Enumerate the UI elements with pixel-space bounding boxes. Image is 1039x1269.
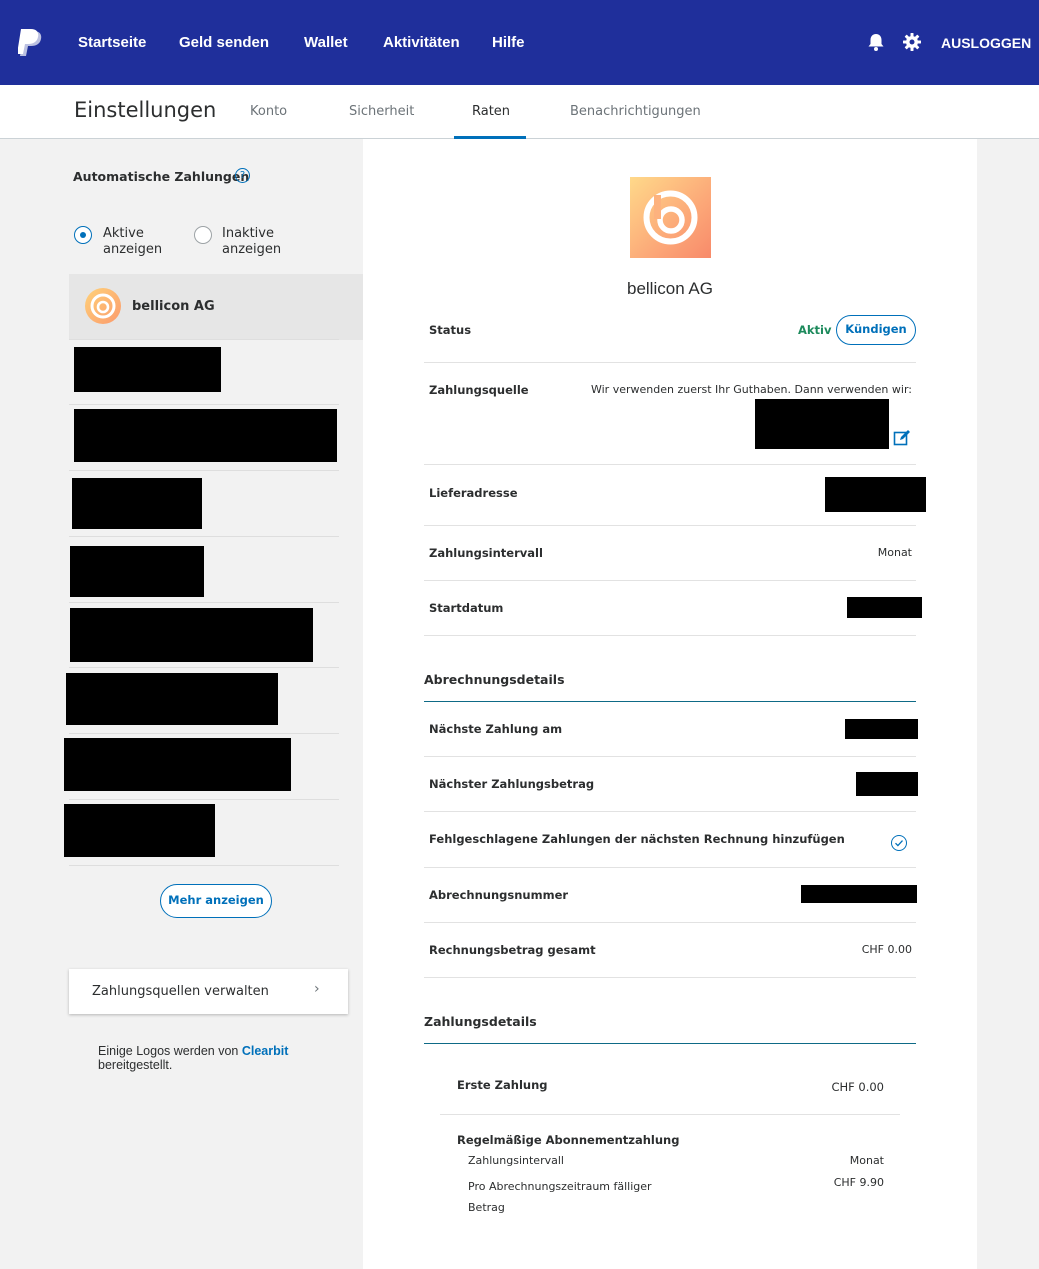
help-icon[interactable]: ? <box>235 168 250 183</box>
gear-icon[interactable] <box>902 32 922 52</box>
per-period-amount-value: CHF 9.90 <box>833 1176 884 1189</box>
payment-interval-label: Zahlungsintervall <box>429 546 543 560</box>
merchant-item-selected[interactable]: bellicon AG <box>69 274 363 340</box>
nav-wallet[interactable]: Wallet <box>304 34 348 51</box>
payment-interval-value: Monat <box>877 546 912 559</box>
nav-startseite[interactable]: Startseite <box>78 34 146 51</box>
divider <box>424 977 916 978</box>
cancel-subscription-button[interactable]: Kündigen <box>836 315 916 345</box>
list-divider <box>69 404 339 405</box>
bell-icon[interactable] <box>866 32 886 52</box>
show-more-button[interactable]: Mehr anzeigen <box>160 884 272 918</box>
redacted-merchant-item[interactable] <box>74 409 337 462</box>
nav-aktivitaeten[interactable]: Aktivitäten <box>383 34 460 51</box>
redacted-merchant-item[interactable] <box>66 673 278 725</box>
logout-button[interactable]: AUSLOGGEN <box>941 35 1031 51</box>
clearbit-link[interactable]: Clearbit <box>242 1044 289 1058</box>
list-divider <box>69 602 339 603</box>
next-payment-date-label: Nächste Zahlung am <box>429 722 563 736</box>
merchant-title: bellicon AG <box>627 279 713 298</box>
filter-active-radio[interactable] <box>74 226 92 244</box>
section-title: Automatische Zahlungen <box>73 169 250 184</box>
manage-payment-sources-button[interactable]: Zahlungsquellen verwalten › <box>69 969 348 1014</box>
redacted-merchant-item[interactable] <box>74 347 221 392</box>
billing-number-label: Abrechnungsnummer <box>429 888 569 902</box>
list-divider <box>69 865 339 866</box>
redacted-start-date <box>847 597 922 618</box>
filter-inactive-radio[interactable] <box>194 226 212 244</box>
per-period-amount-label: Pro Abrechnungszeitraum fälliger Betrag <box>468 1180 652 1214</box>
list-divider <box>69 799 339 800</box>
payment-source-label: Zahlungsquelle <box>429 383 529 397</box>
redacted-payment-source <box>755 399 889 449</box>
status-label: Status <box>429 323 472 337</box>
redacted-merchant-item[interactable] <box>72 478 202 529</box>
list-divider <box>69 536 339 537</box>
next-payment-amount-label: Nächster Zahlungsbetrag <box>429 777 595 791</box>
redacted-merchant-item[interactable] <box>64 804 215 857</box>
tab-benachrichtigungen[interactable]: Benachrichtigungen <box>570 104 701 119</box>
tab-konto[interactable]: Konto <box>250 104 287 119</box>
logo-attribution: Einige Logos werden von Clearbit bereitg… <box>98 1044 318 1072</box>
footnote-suffix: bereitgestellt. <box>98 1058 173 1072</box>
merchant-name: bellicon AG <box>132 299 215 314</box>
footnote-text: Einige Logos werden von <box>98 1044 239 1058</box>
chevron-right-icon: › <box>314 981 320 997</box>
filter-inactive-label[interactable]: Inaktive anzeigen <box>222 226 292 258</box>
tab-sicherheit[interactable]: Sicherheit <box>349 104 414 119</box>
redacted-merchant-item[interactable] <box>64 738 291 791</box>
start-date-label: Startdatum <box>429 601 504 615</box>
filter-active-label[interactable]: Aktive anzeigen <box>103 226 173 258</box>
redacted-billing-number <box>801 885 917 903</box>
list-divider <box>69 339 339 340</box>
section-divider <box>424 701 916 702</box>
divider <box>424 362 916 363</box>
divider <box>424 635 916 636</box>
top-navigation: Startseite Geld senden Wallet Aktivitäte… <box>0 0 1039 85</box>
nav-hilfe[interactable]: Hilfe <box>492 34 525 51</box>
recurring-interval-value: Monat <box>849 1154 884 1167</box>
shipping-address-label: Lieferadresse <box>429 486 518 500</box>
failed-payments-label: Fehlgeschlagene Zahlungen der nächsten R… <box>429 832 845 846</box>
payment-source-text: Wir verwenden zuerst Ihr Guthaben. Dann … <box>590 383 912 396</box>
divider <box>424 922 916 923</box>
automatic-payments-list-panel: Automatische Zahlungen ? Aktive anzeigen… <box>0 139 381 1269</box>
check-circle-icon <box>891 835 907 851</box>
redacted-next-payment-amount <box>856 772 918 796</box>
tab-raten[interactable]: Raten <box>472 104 510 119</box>
page-title: Einstellungen <box>74 98 217 122</box>
first-payment-value: CHF 0.00 <box>831 1080 884 1094</box>
redacted-next-payment-date <box>845 719 918 739</box>
recurring-interval-label: Zahlungsintervall <box>468 1154 564 1167</box>
billing-details-title: Abrechnungsdetails <box>424 672 565 687</box>
paypal-logo-icon[interactable] <box>18 29 44 59</box>
total-amount-label: Rechnungsbetrag gesamt <box>429 943 596 957</box>
first-payment-label: Erste Zahlung <box>457 1078 548 1092</box>
divider <box>424 867 916 868</box>
edit-icon[interactable] <box>893 429 911 447</box>
divider <box>424 464 916 465</box>
redacted-merchant-item[interactable] <box>70 608 313 662</box>
redacted-merchant-item[interactable] <box>70 546 204 597</box>
manage-payment-sources-label: Zahlungsquellen verwalten <box>92 984 269 999</box>
redacted-shipping-address <box>825 477 926 512</box>
merchant-logo-large-icon <box>630 177 711 258</box>
recurring-payment-label: Regelmäßige Abonnementzahlung <box>457 1133 680 1147</box>
divider <box>424 580 916 581</box>
list-divider <box>69 667 339 668</box>
divider <box>440 1114 900 1115</box>
subscription-detail-panel: bellicon AG Status Aktiv Kündigen Zahlun… <box>363 139 977 1269</box>
payment-details-title: Zahlungsdetails <box>424 1014 537 1029</box>
section-divider <box>424 1043 916 1044</box>
merchant-logo-icon <box>85 288 121 324</box>
total-amount-value: CHF 0.00 <box>861 943 912 956</box>
divider <box>424 756 916 757</box>
list-divider <box>69 470 339 471</box>
divider <box>424 811 916 812</box>
list-divider <box>69 733 339 734</box>
nav-geld-senden[interactable]: Geld senden <box>179 34 269 51</box>
status-badge: Aktiv <box>798 323 832 337</box>
settings-header: Einstellungen Konto Sicherheit Raten Ben… <box>0 85 1039 139</box>
divider <box>424 525 916 526</box>
